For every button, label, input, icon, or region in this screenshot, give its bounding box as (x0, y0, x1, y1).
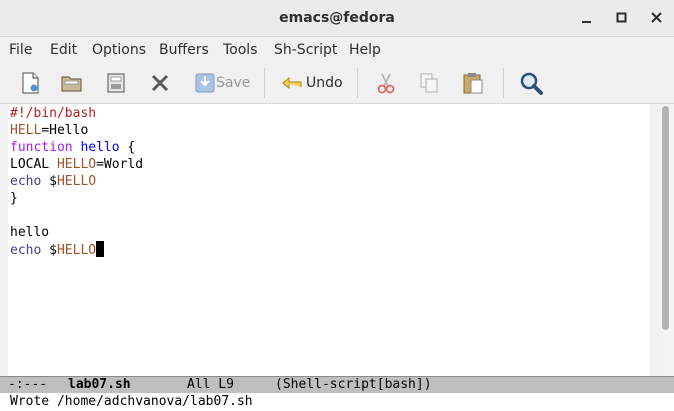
paste-icon[interactable] (460, 70, 486, 96)
code-token: =Hello (41, 123, 89, 138)
dired-icon[interactable] (103, 70, 129, 96)
menu-bar: File Edit Options Buffers Tools Sh-Scrip… (0, 37, 674, 63)
code-line[interactable]: function hello { (10, 139, 143, 156)
code-token: hello (10, 225, 50, 240)
code-token: HELLO (56, 243, 97, 258)
open-folder-icon[interactable] (59, 70, 85, 96)
code-line[interactable]: HELL=Hello (10, 122, 143, 139)
mode-line: -:--- lab07.sh All L9 (Shell-script[bash]) (0, 376, 674, 393)
code-token: echo (10, 243, 42, 258)
menu-options[interactable]: Options (92, 37, 146, 63)
cut-icon[interactable] (373, 70, 399, 96)
undo-label: Undo (306, 75, 343, 91)
code-token: $ (41, 243, 57, 258)
kill-buffer-icon[interactable] (147, 70, 173, 96)
title-bar: emacs@fedora (0, 0, 674, 37)
toolbar-separator (357, 68, 358, 98)
code-line[interactable] (10, 207, 143, 224)
modeline-major-mode[interactable]: (Shell-script[bash]) (275, 377, 432, 393)
code-token: $ (41, 174, 57, 189)
code-line[interactable]: LOCAL HELLO=World (10, 156, 143, 173)
minibuffer[interactable]: Wrote /home/adchvanova/lab07.sh (0, 393, 674, 411)
code-token: hello (80, 140, 120, 155)
menu-help[interactable]: Help (349, 37, 381, 63)
menu-buffers[interactable]: Buffers (159, 37, 209, 63)
toolbar-separator (503, 68, 504, 98)
editor-buffer[interactable]: #!/bin/bash HELL=Hello function hello {LOC… (0, 104, 658, 376)
echo-message: Wrote /home/adchvanova/lab07.sh (10, 394, 253, 409)
code-token: HELLO (56, 157, 97, 172)
save-button[interactable]: Save (193, 70, 253, 96)
new-file-icon[interactable] (17, 70, 43, 96)
code-token: #!/bin/bash (10, 106, 97, 121)
menu-sh-script[interactable]: Sh-Script (274, 37, 337, 63)
minimize-icon[interactable] (577, 9, 595, 27)
close-icon[interactable] (648, 9, 666, 27)
toolbar: Save Undo (0, 63, 674, 104)
code-line[interactable]: echo $HELLO (10, 173, 143, 190)
left-fringe (0, 104, 8, 376)
code-token: =World (96, 157, 144, 172)
save-label: Save (216, 75, 251, 91)
toolbar-separator (264, 68, 265, 98)
code-token: echo (10, 174, 42, 189)
code-line[interactable]: #!/bin/bash (10, 105, 143, 122)
modeline-buffer-name[interactable]: lab07.sh (68, 377, 131, 393)
code-token: } (10, 191, 18, 206)
code-text[interactable]: #!/bin/bash HELL=Hello function hello {LOC… (10, 105, 143, 258)
right-fringe (650, 104, 658, 376)
code-line[interactable]: hello (10, 224, 143, 241)
save-icon (195, 73, 215, 93)
code-line[interactable]: } (10, 190, 143, 207)
menu-edit[interactable]: Edit (50, 37, 77, 63)
search-icon[interactable] (518, 70, 544, 96)
maximize-icon[interactable] (613, 9, 631, 27)
undo-button[interactable]: Undo (280, 70, 343, 96)
menu-file[interactable]: File (9, 37, 32, 63)
vertical-scrollbar[interactable] (658, 104, 674, 376)
text-cursor (96, 241, 105, 257)
code-token: function (10, 140, 73, 155)
modeline-status: -:--- (8, 377, 48, 392)
scrollbar-thumb[interactable] (662, 106, 669, 330)
code-line[interactable]: echo $HELLO (10, 241, 143, 258)
undo-icon (282, 77, 302, 89)
code-token: HELL (10, 123, 42, 138)
menu-tools[interactable]: Tools (223, 37, 258, 63)
code-token: HELLO (56, 174, 97, 189)
copy-icon[interactable] (416, 70, 442, 96)
code-token: LOCAL (10, 157, 57, 172)
modeline-position: All L9 (187, 377, 234, 392)
code-token: { (119, 140, 136, 155)
window-title: emacs@fedora (279, 10, 395, 26)
